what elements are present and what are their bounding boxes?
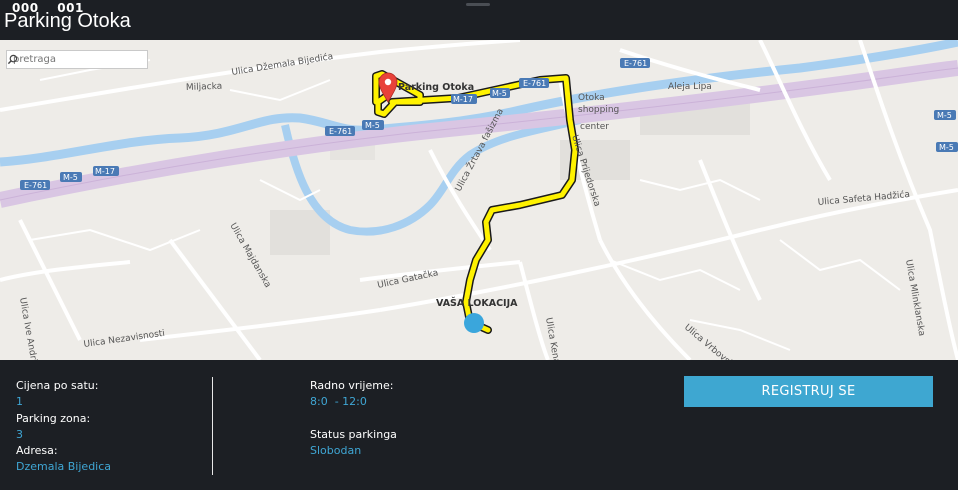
address-value: Dzemala Bijedica <box>16 460 112 473</box>
current-location-icon[interactable] <box>464 313 484 333</box>
label-aleja: Aleja Lipa <box>668 82 712 92</box>
map-canvas[interactable]: E-761 M-5 M-17 E-761 M-5 M-17 M-5 E-761 … <box>0 40 958 360</box>
shield-m5-a: M-5 <box>63 173 78 182</box>
title-bar: Parking Otoka 000 001 <box>0 0 958 40</box>
frame-counter-1: 000 <box>12 1 39 15</box>
shield-m17-b: M-17 <box>453 95 473 104</box>
search-input[interactable] <box>7 51 125 68</box>
shield-m5-c: M-5 <box>492 89 507 98</box>
shield-e761-c: E-761 <box>523 79 546 88</box>
frame-counter-2: 001 <box>57 1 84 15</box>
status-value: Slobodan <box>310 444 362 457</box>
label-miljacka: Miljacka <box>186 82 223 93</box>
debug-counters: 000 001 <box>12 1 98 15</box>
panel-divider <box>212 377 213 475</box>
shield-e761-a: E-761 <box>24 181 47 190</box>
shield-m5-b: M-5 <box>365 121 380 130</box>
map-view[interactable]: E-761 M-5 M-17 E-761 M-5 M-17 M-5 E-761 … <box>0 40 958 360</box>
label-vasa-lokacija: VAŠA LOKACIJA <box>436 297 518 309</box>
price-value: 1 <box>16 395 23 408</box>
label-center: center <box>580 122 609 132</box>
address-label: Adresa: <box>16 444 58 457</box>
label-parking-otoka: Parking Otoka <box>398 82 474 93</box>
price-label: Cijena po satu: <box>16 379 99 392</box>
shield-m5-e: M-5 <box>939 143 954 152</box>
zone-value: 3 <box>16 428 23 441</box>
window-grip[interactable] <box>466 3 490 6</box>
parking-info-panel: Cijena po satu: 1 Parking zona: 3 Adresa… <box>0 360 958 490</box>
shield-m17-a: M-17 <box>95 167 115 176</box>
search-box[interactable] <box>6 50 148 69</box>
hours-value: 8:0 - 12:0 <box>310 395 367 408</box>
zone-label: Parking zona: <box>16 412 91 425</box>
shield-e761-b: E-761 <box>329 127 352 136</box>
label-shopping: shopping <box>578 105 619 115</box>
shield-m5-d: M-5 <box>937 111 952 120</box>
hours-label: Radno vrijeme: <box>310 379 394 392</box>
search-icon[interactable] <box>7 54 18 65</box>
status-label: Status parkinga <box>310 428 397 441</box>
register-button[interactable]: REGISTRUJ SE <box>684 376 933 407</box>
shield-e761-d: E-761 <box>624 59 647 68</box>
label-otoka: Otoka <box>578 93 605 103</box>
